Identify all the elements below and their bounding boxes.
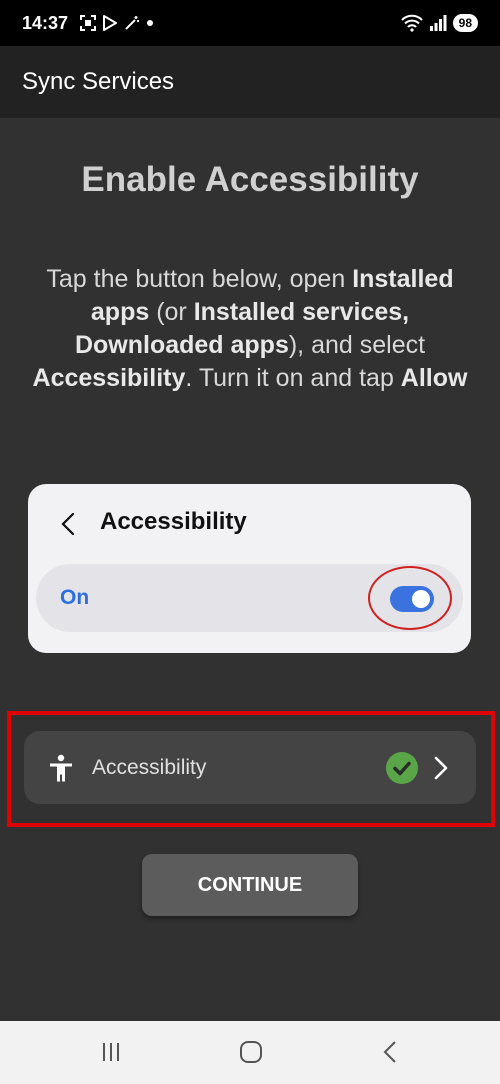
home-icon[interactable] [238, 1039, 264, 1065]
instruction-text: Tap the button below, open Installed app… [30, 263, 470, 395]
chevron-right-icon [434, 756, 448, 780]
instruction-bold-allow: Allow [400, 364, 468, 392]
dot-icon [147, 20, 154, 26]
play-store-icon [103, 15, 118, 31]
accessibility-permission-item[interactable]: Accessibility [24, 731, 476, 804]
settings-preview-card: Accessibility On [28, 484, 471, 653]
instruction-part: ), and select [288, 331, 426, 359]
wifi-icon [400, 14, 423, 32]
back-icon[interactable] [378, 1039, 404, 1065]
system-nav-bar [0, 1021, 500, 1084]
toggle-highlight-circle [368, 566, 452, 630]
accessibility-item-label: Accessibility [92, 756, 207, 779]
preview-title: Accessibility [100, 508, 247, 535]
check-circle-icon [386, 752, 418, 784]
preview-toggle-label: On [60, 586, 90, 609]
page-heading: Enable Accessibility [81, 160, 419, 199]
recent-apps-icon[interactable] [98, 1039, 124, 1065]
instruction-part: (or [149, 298, 194, 326]
preview-toggle-row: On [36, 564, 463, 632]
back-arrow-icon [61, 512, 75, 536]
status-bar: 14:37 98 [0, 0, 500, 46]
checkmark-icon [393, 761, 411, 776]
screenshot-icon [80, 15, 97, 31]
instruction-part: Tap the button below, open [46, 265, 353, 293]
notification-icons [80, 15, 154, 31]
instruction-bold-accessibility: Accessibility [32, 364, 186, 392]
system-icons: 98 [400, 14, 478, 32]
magic-wand-icon [125, 16, 140, 30]
battery-indicator: 98 [452, 14, 478, 32]
app-title: Sync Services [22, 68, 175, 95]
instruction-part: . Turn it on and tap [185, 364, 401, 392]
status-time: 14:37 [22, 12, 69, 33]
signal-icon [429, 15, 447, 31]
app-bar: Sync Services [0, 46, 500, 118]
continue-button[interactable]: CONTINUE [142, 854, 358, 916]
accessibility-icon [50, 754, 72, 782]
